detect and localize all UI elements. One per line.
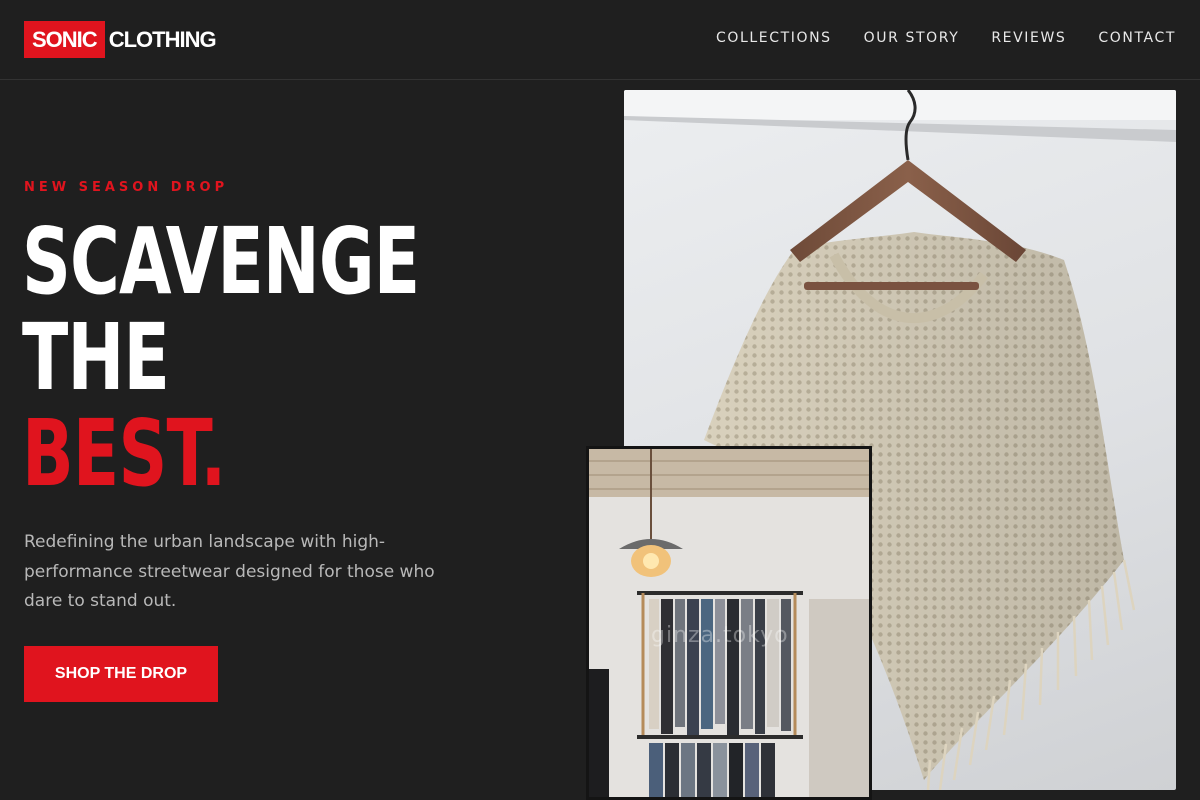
hero-headline-line-1: SCAVENGE — [22, 208, 420, 315]
hero-headline: SCAVENGE THE BEST. — [22, 208, 420, 507]
hero-eyebrow: NEW SEASON DROP — [24, 180, 229, 195]
brand-logo-text: CLOTHING — [108, 26, 217, 52]
hero-description: Redefining the urban landscape with high… — [24, 532, 435, 611]
brand-logo[interactable]: SONIC CLOTHING — [24, 21, 217, 58]
shop-the-drop-button[interactable]: SHOP THE DROP — [24, 646, 218, 702]
hero-inset-photo: ginza.tokyo — [586, 446, 872, 800]
nav-link-reviews[interactable]: REVIEWS — [991, 30, 1066, 46]
nav-link-our-story[interactable]: OUR STORY — [864, 30, 960, 46]
nav-link-collections[interactable]: COLLECTIONS — [716, 30, 832, 46]
main-nav: COLLECTIONS OUR STORY REVIEWS CONTACT — [716, 30, 1176, 46]
site-header: SONIC CLOTHING COLLECTIONS OUR STORY REV… — [0, 0, 1200, 80]
hero-headline-line-3: BEST. — [22, 400, 226, 507]
inset-photo-watermark: ginza.tokyo — [651, 623, 789, 648]
nav-link-contact[interactable]: CONTACT — [1098, 30, 1176, 46]
hero-headline-line-2: THE — [22, 304, 170, 411]
brand-logo-highlight: SONIC — [24, 21, 105, 58]
